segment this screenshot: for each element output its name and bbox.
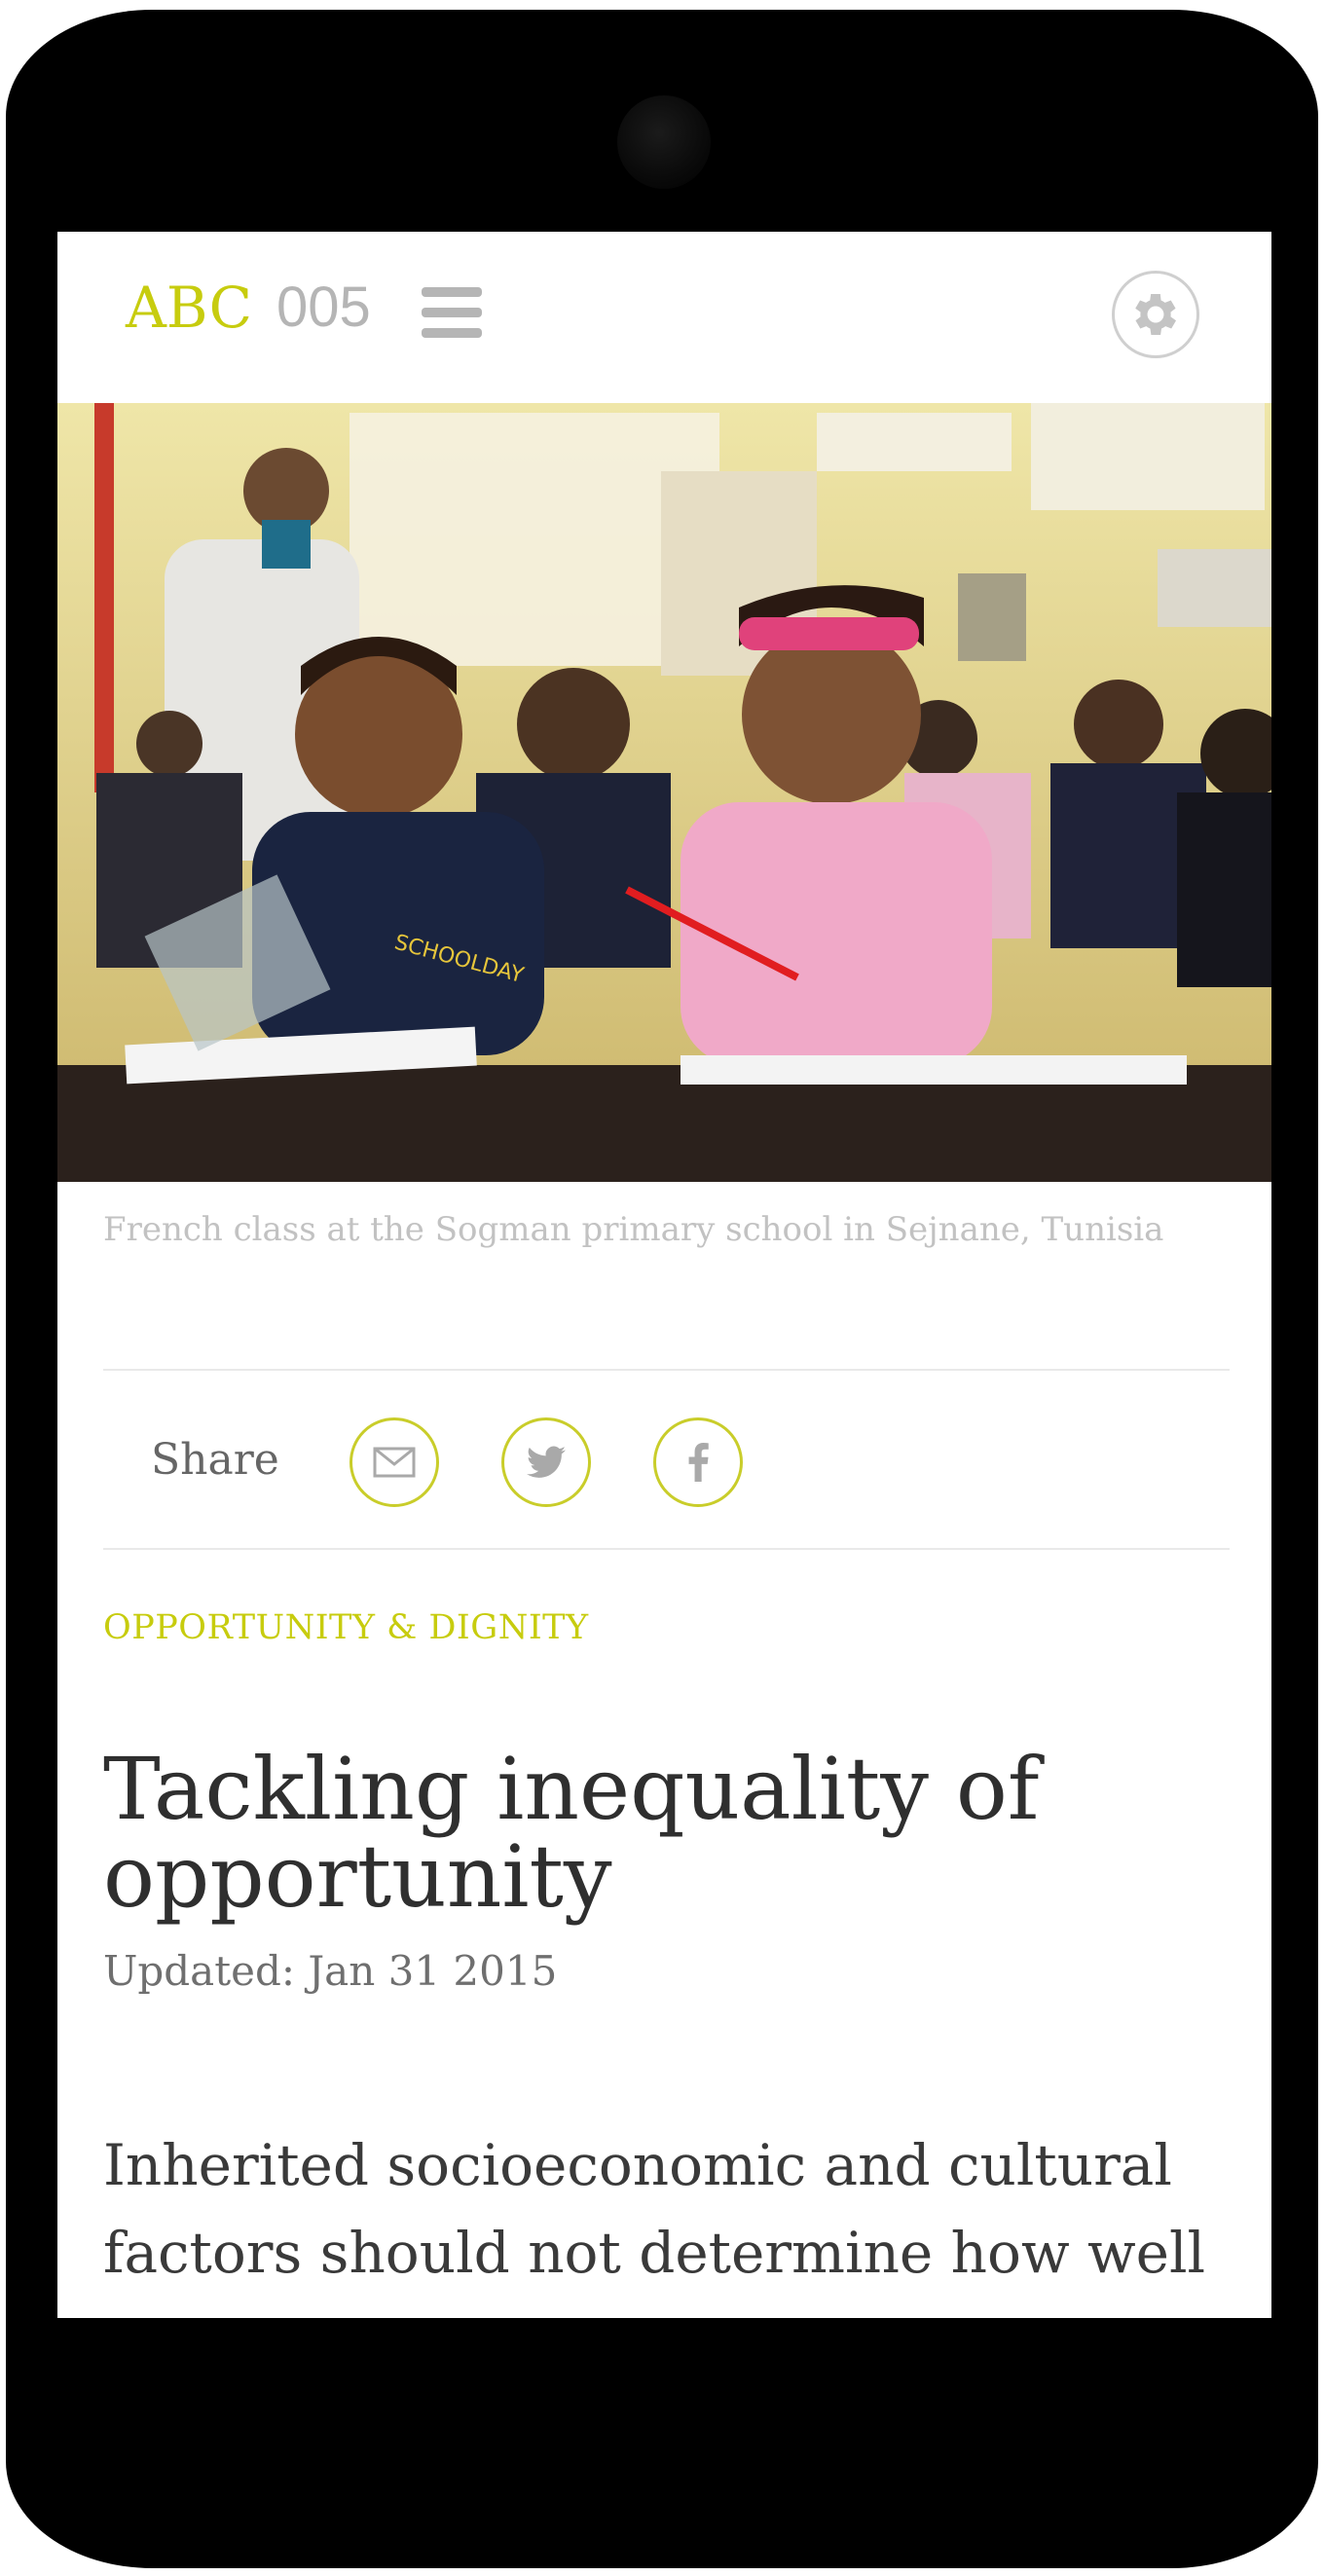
share-facebook-button[interactable] [653, 1417, 743, 1507]
share-top-divider [103, 1369, 1230, 1371]
logo-number[interactable]: 005 [276, 275, 371, 340]
settings-button[interactable] [1112, 271, 1199, 358]
share-twitter-button[interactable] [501, 1417, 591, 1507]
gear-icon [1135, 293, 1177, 336]
mail-icon [373, 1447, 416, 1478]
classroom-photo: SCHOOLDAY [57, 403, 1271, 1182]
phone-device-frame: ABC 005 SCHOOLDAY French class at the So… [6, 10, 1318, 2568]
phone-screen: ABC 005 SCHOOLDAY French class at the So… [57, 232, 1271, 2318]
app-header: ABC 005 [57, 232, 1271, 403]
article-updated-date: Updated: Jan 31 2015 [103, 1947, 558, 1995]
share-bottom-divider [103, 1548, 1230, 1550]
logo-brand[interactable]: ABC [126, 275, 252, 341]
front-camera [617, 95, 711, 189]
article-title: Tackling inequality of opportunity [103, 1739, 1040, 1927]
share-email-button[interactable] [350, 1417, 439, 1507]
hero-image: SCHOOLDAY [57, 403, 1271, 1182]
facebook-icon [688, 1443, 709, 1482]
share-label: Share [151, 1435, 279, 1485]
hamburger-menu-icon[interactable] [422, 287, 482, 338]
article-category[interactable]: OPPORTUNITY & DIGNITY [103, 1608, 589, 1647]
image-caption: French class at the Sogman primary schoo… [103, 1210, 1164, 1249]
article-lede: Inherited socioeconomic and cultural fac… [103, 2132, 1206, 2286]
twitter-icon [527, 1446, 566, 1478]
